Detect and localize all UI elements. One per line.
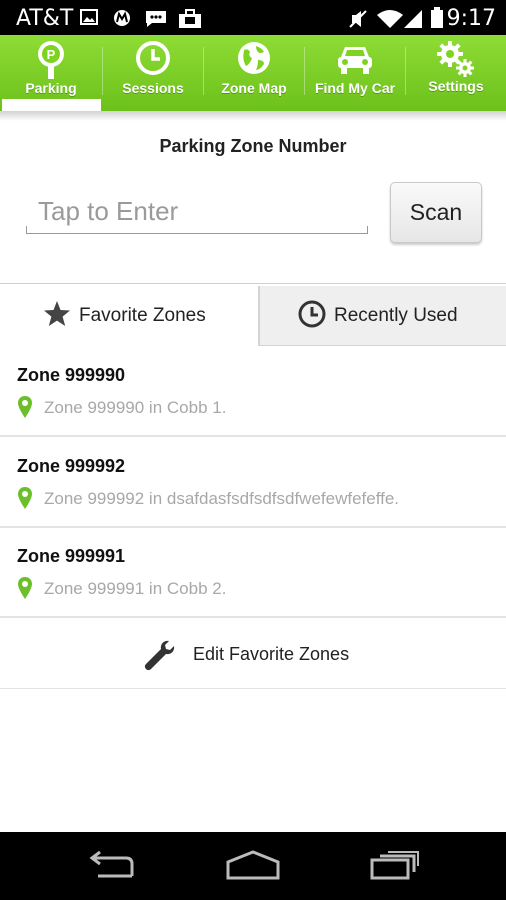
- nav-item-find-my-car[interactable]: Find My Car: [305, 35, 405, 111]
- tab-favorite-zones-label: Favorite Zones: [79, 305, 206, 326]
- main-nav-bar: P Parking Sessions Zone Map Find My Car: [0, 35, 506, 111]
- mute-icon: [348, 9, 370, 34]
- clock-time: 9:17: [446, 6, 496, 31]
- battery-icon: [430, 7, 444, 34]
- image-icon: [80, 9, 98, 30]
- car-icon: [335, 43, 375, 80]
- map-pin-icon: [17, 576, 33, 605]
- tab-recently-used[interactable]: Recently Used: [260, 286, 506, 346]
- zone-name: Zone 999990: [17, 365, 126, 385]
- carrier-name: AT&T: [16, 6, 74, 31]
- zone-name: Zone 999992: [17, 456, 126, 476]
- edit-favorite-zones-label: Edit Favorite Zones: [193, 644, 350, 664]
- wifi-icon: [376, 9, 404, 34]
- motorola-icon: [112, 9, 132, 32]
- input-underline-edge: [367, 226, 368, 234]
- nav-shadow: [0, 111, 506, 121]
- nav-label-parking: Parking: [25, 80, 77, 96]
- system-nav-bar: [0, 832, 506, 900]
- zone-description: Zone 999991 in Cobb 2.: [44, 579, 227, 598]
- nav-item-sessions[interactable]: Sessions: [103, 35, 203, 111]
- nav-label-zone-map: Zone Map: [221, 80, 287, 96]
- list-item[interactable]: Zone 999990 Zone 999990 in Cobb 1.: [0, 347, 506, 437]
- svg-text:P: P: [47, 47, 56, 62]
- map-pin-icon: [17, 486, 33, 515]
- nav-item-zone-map[interactable]: Zone Map: [204, 35, 304, 111]
- gears-icon: [436, 40, 476, 83]
- clock-icon: [135, 40, 171, 81]
- tab-recently-used-label: Recently Used: [334, 305, 458, 326]
- nav-label-sessions: Sessions: [122, 80, 184, 96]
- nav-label-find-my-car: Find My Car: [314, 80, 396, 96]
- parking-meter-icon: P: [34, 40, 68, 85]
- briefcase-icon: [178, 9, 202, 34]
- scan-button[interactable]: Scan: [390, 182, 482, 243]
- zone-name: Zone 999991: [17, 546, 126, 566]
- globe-icon: [236, 40, 272, 81]
- messaging-icon: [144, 9, 168, 34]
- input-underline-edge: [26, 226, 27, 234]
- zone-number-input[interactable]: [26, 190, 368, 234]
- status-bar: AT&T 9:17: [0, 0, 506, 35]
- app-screen: AT&T 9:17 P Parking Sessions Zone Map Fi…: [0, 0, 506, 900]
- list-item[interactable]: Zone 999991 Zone 999991 in Cobb 2.: [0, 528, 506, 618]
- clock-icon: [298, 300, 326, 333]
- recents-icon[interactable]: [370, 850, 420, 885]
- list-item[interactable]: Zone 999992 Zone 999992 in dsafdasfsdfsd…: [0, 438, 506, 528]
- tabs-divider: [0, 283, 506, 284]
- zone-description: Zone 999990 in Cobb 1.: [44, 398, 227, 417]
- map-pin-icon: [17, 395, 33, 424]
- signal-icon: [402, 9, 424, 34]
- wrench-icon: [143, 639, 175, 676]
- zone-description: Zone 999992 in dsafdasfsdfsdfsdfwefewfef…: [44, 489, 400, 508]
- nav-active-indicator: [2, 99, 101, 111]
- home-icon[interactable]: [226, 850, 280, 885]
- back-icon[interactable]: [88, 850, 136, 885]
- nav-item-settings[interactable]: Settings: [406, 35, 506, 111]
- parking-zone-title: Parking Zone Number: [159, 136, 347, 156]
- edit-favorite-zones-button[interactable]: Edit Favorite Zones: [0, 619, 506, 689]
- star-icon: [43, 300, 71, 333]
- nav-label-settings: Settings: [428, 78, 484, 94]
- tab-favorite-zones[interactable]: Favorite Zones: [0, 286, 260, 346]
